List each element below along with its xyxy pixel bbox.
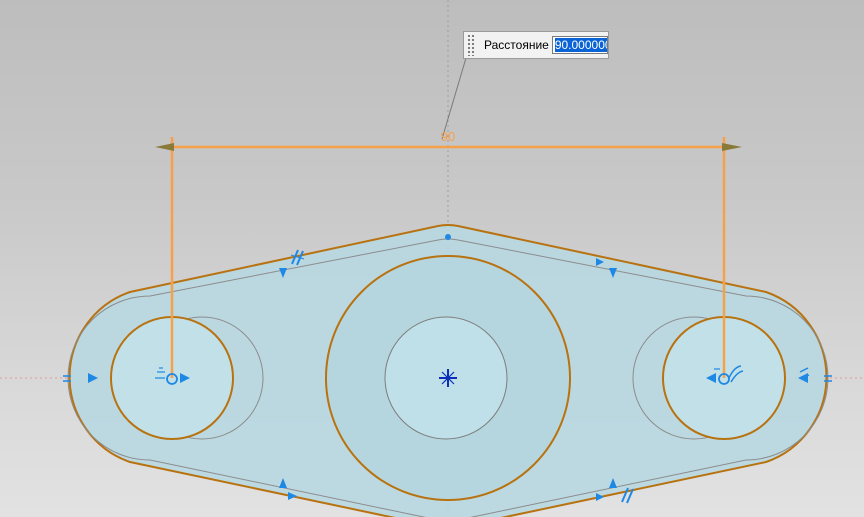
sketch-canvas[interactable]: 90 <box>0 0 864 517</box>
dimension-value-text[interactable]: 90.000000 <box>554 38 607 52</box>
dimension-text[interactable]: 90 <box>441 129 455 144</box>
dimension-editor[interactable]: Расстояние 90.000000 <box>463 31 609 59</box>
right-arrowhead-icon <box>722 143 742 151</box>
dimension-label: Расстояние <box>484 38 549 52</box>
left-arrowhead-icon <box>155 143 174 151</box>
grip-icon[interactable] <box>467 34 475 56</box>
dimension-leader <box>441 57 467 140</box>
dimension-value-field[interactable]: 90.000000 <box>551 36 608 54</box>
top-point-icon[interactable] <box>445 234 451 240</box>
